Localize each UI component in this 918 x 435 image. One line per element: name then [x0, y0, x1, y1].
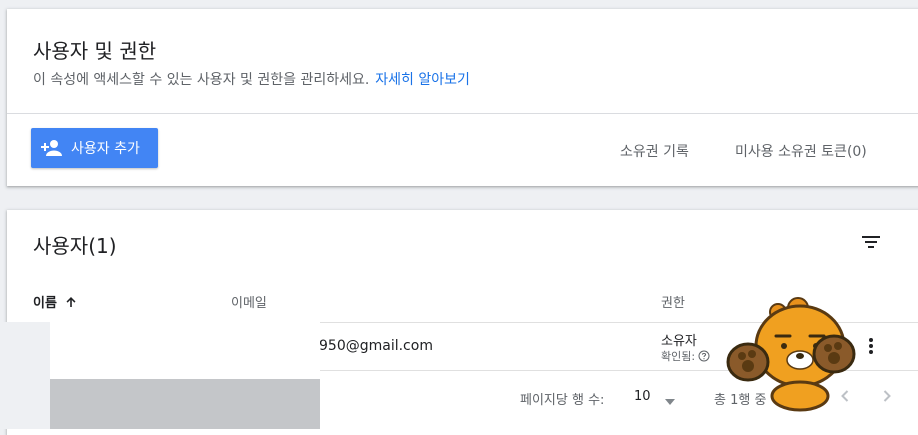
redaction-margin [0, 322, 50, 429]
description-text: 이 속성에 액세스할 수 있는 사용자 및 권한을 관리하세요. [33, 72, 370, 88]
lion-sticker-image [724, 296, 860, 414]
add-user-label: 사용자 추가 [71, 141, 140, 157]
user-status-text: 확인됨: [661, 350, 696, 363]
learn-more-link[interactable]: 자세히 알아보기 [375, 72, 470, 88]
dropdown-arrow-icon [664, 394, 675, 405]
sort-arrow-up-icon [65, 296, 77, 308]
users-title: 사용자(1) [33, 234, 117, 258]
add-user-button[interactable]: 사용자 추가 [31, 128, 158, 168]
column-header-name[interactable]: 이름 [33, 292, 77, 311]
chevron-right-icon[interactable] [877, 386, 897, 406]
column-header-permission[interactable]: 권한 [661, 292, 685, 311]
page-description: 이 속성에 액세스할 수 있는 사용자 및 권한을 관리하세요. 자세히 알아보기 [33, 69, 470, 89]
rows-per-page-label: 페이지당 행 수: [520, 393, 605, 408]
redaction-block [50, 379, 320, 429]
owner-history-button[interactable]: 소유권 기록 [620, 141, 689, 161]
more-vert-icon[interactable] [863, 334, 879, 358]
filter-icon[interactable] [859, 230, 883, 254]
user-permission: 소유자 [661, 334, 697, 349]
ownership-card: 사용자 및 권한 이 속성에 액세스할 수 있는 사용자 및 권한을 관리하세요… [7, 9, 918, 186]
rows-per-page-value: 10 [634, 389, 651, 404]
divider [7, 113, 918, 114]
help-circle-icon[interactable] [698, 350, 710, 362]
column-name-label: 이름 [33, 296, 57, 311]
rows-per-page-select[interactable]: 10 [634, 389, 675, 405]
page-title: 사용자 및 권한 [33, 39, 157, 63]
user-status: 확인됨: [661, 348, 710, 364]
user-email: 950@gmail.com [319, 338, 433, 354]
add-person-icon [39, 138, 65, 158]
column-header-email[interactable]: 이메일 [231, 292, 267, 311]
unused-tokens-button[interactable]: 미사용 소유권 토큰(0) [735, 141, 867, 161]
redaction-block [50, 322, 320, 379]
